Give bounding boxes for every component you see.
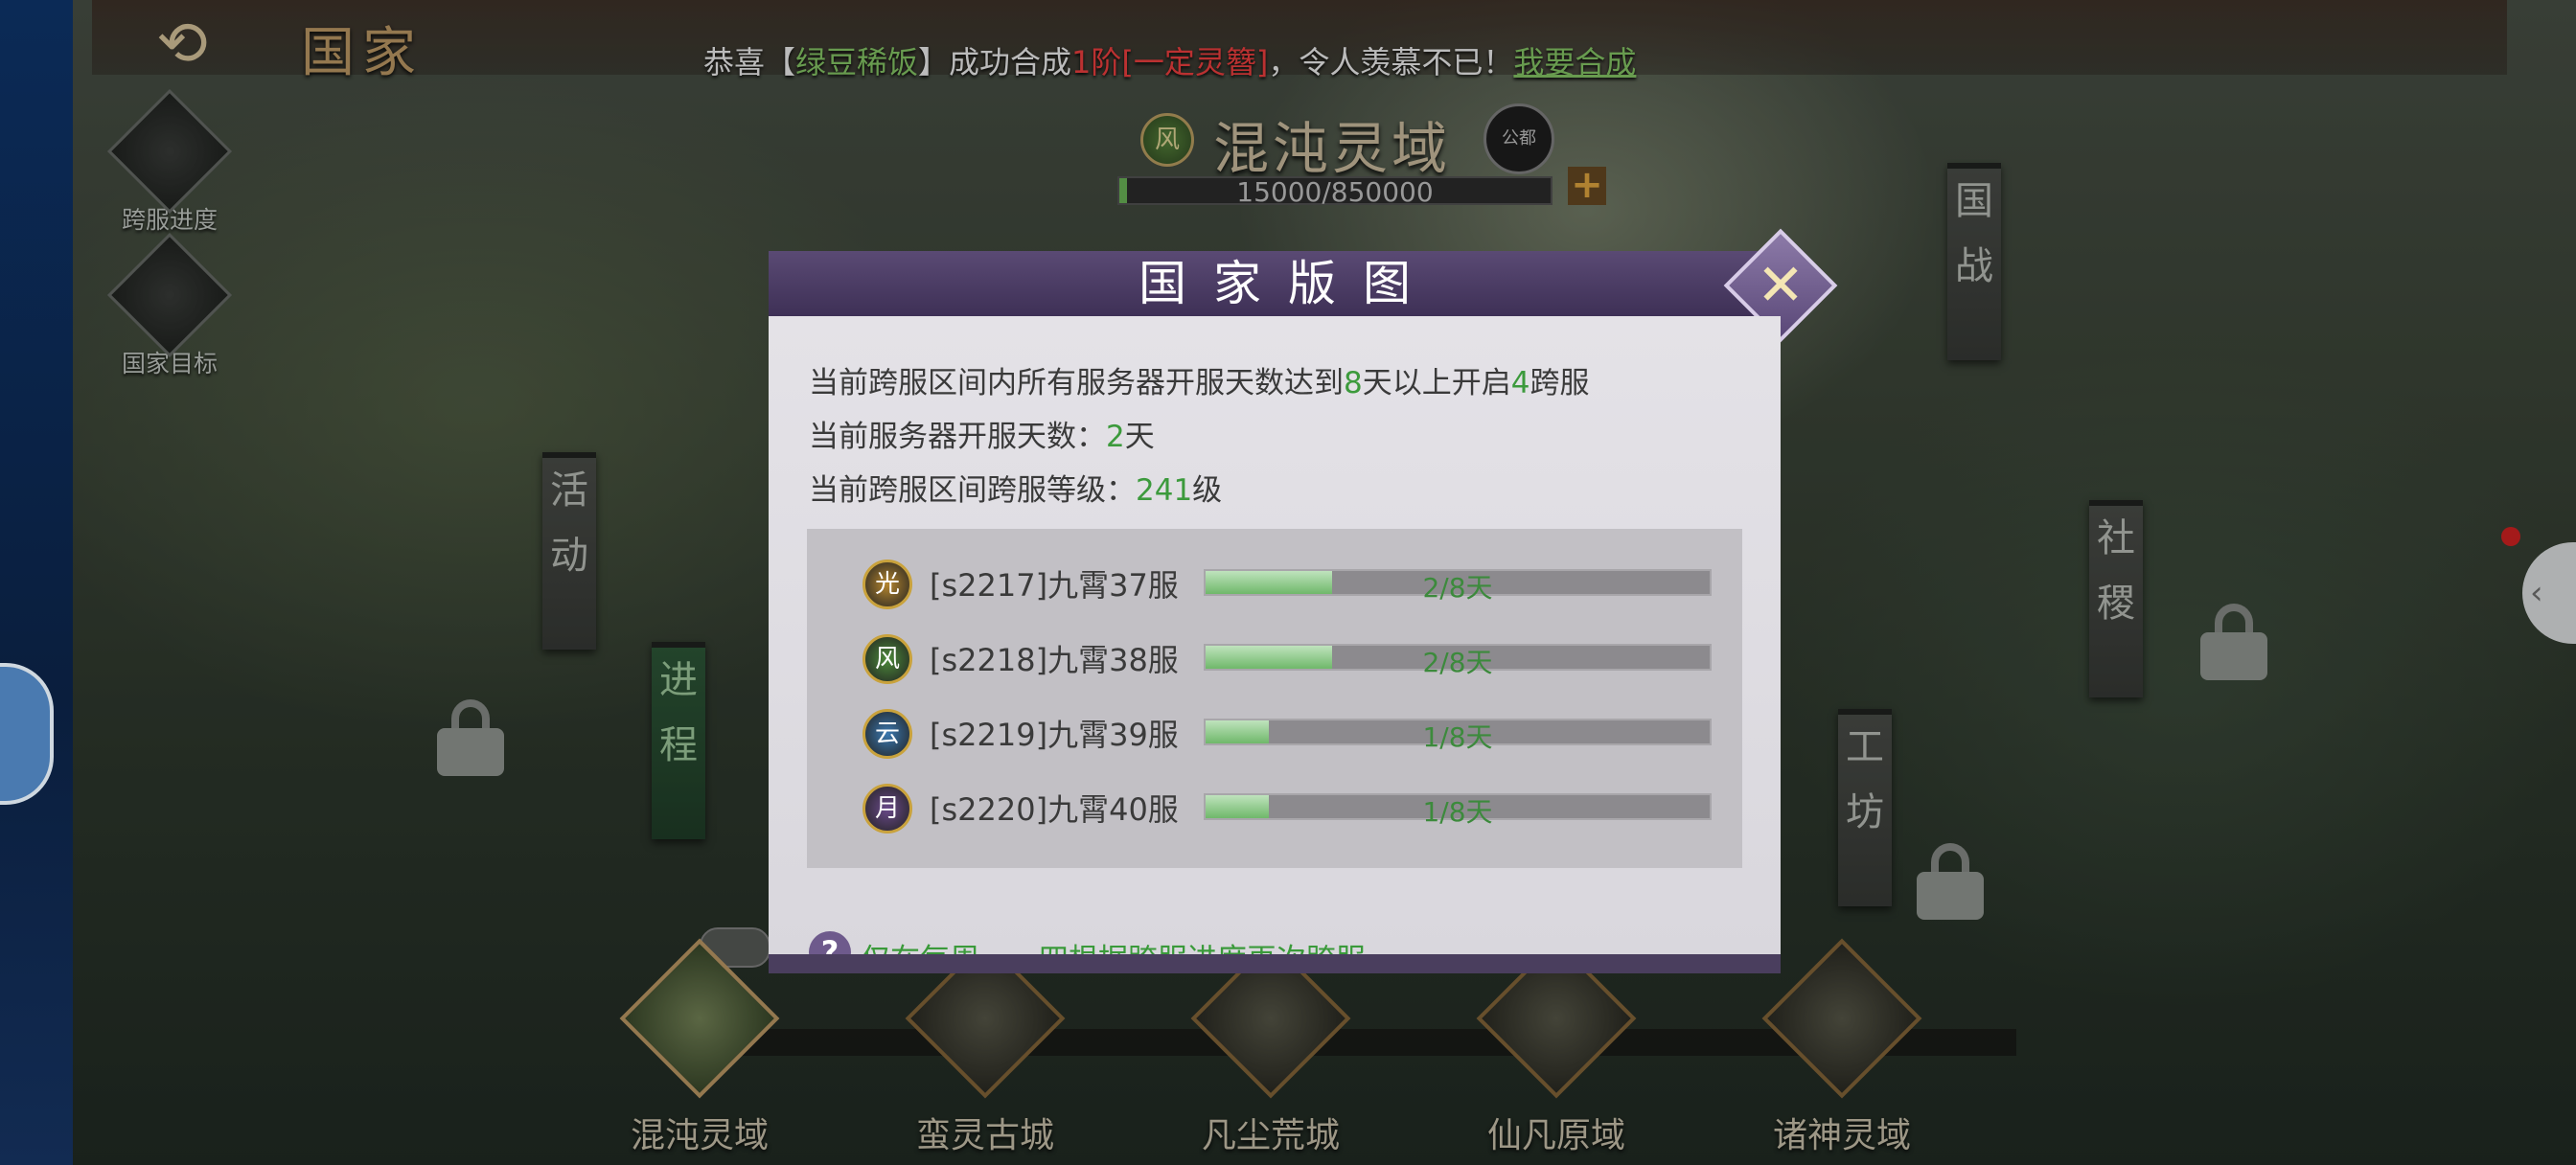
nation-map-dialog: 国家版图 ✕ 当前跨服区间内所有服务器开服天数达到8天以上开启4跨服 当前服务器… bbox=[769, 228, 1838, 977]
server-name: [s2218]九霄38服 bbox=[930, 642, 1179, 678]
dialog-title: 国家版图 bbox=[1138, 256, 1438, 311]
server-row: 光 [s2217]九霄37服 2/8天 bbox=[807, 554, 1742, 611]
dialog-footer bbox=[769, 954, 1781, 973]
wind-faction-icon: 风 bbox=[862, 634, 912, 684]
cloud-faction-icon: 云 bbox=[862, 709, 912, 759]
server-name: [s2220]九霄40服 bbox=[930, 791, 1179, 828]
server-row: 风 [s2218]九霄38服 2/8天 bbox=[807, 628, 1742, 686]
server-progress-bar: 1/8天 bbox=[1204, 719, 1712, 753]
server-progress-text: 1/8天 bbox=[1422, 796, 1493, 828]
dialog-header: 国家版图 bbox=[769, 251, 1781, 318]
cross-server-level: 当前跨服区间跨服等级：241级 bbox=[809, 473, 1223, 508]
server-progress-text: 1/8天 bbox=[1422, 721, 1493, 753]
left-edge-strip bbox=[0, 0, 73, 1165]
server-progress-text: 2/8天 bbox=[1422, 572, 1493, 604]
server-progress-bar: 2/8天 bbox=[1204, 569, 1712, 604]
server-row: 月 [s2220]九霄40服 1/8天 bbox=[807, 778, 1742, 835]
server-progress-text: 2/8天 bbox=[1422, 647, 1493, 678]
cross-server-requirement: 当前跨服区间内所有服务器开服天数达到8天以上开启4跨服 bbox=[809, 366, 1590, 400]
dialog-body: 当前跨服区间内所有服务器开服天数达到8天以上开启4跨服 当前服务器开服天数：2天… bbox=[769, 316, 1781, 977]
server-row: 云 [s2219]九霄39服 1/8天 bbox=[807, 703, 1742, 761]
server-name: [s2219]九霄39服 bbox=[930, 717, 1179, 753]
server-progress-bar: 1/8天 bbox=[1204, 793, 1712, 828]
server-progress-bar: 2/8天 bbox=[1204, 644, 1712, 678]
server-list: 光 [s2217]九霄37服 2/8天 风 [s2218]九霄38服 2/8天 … bbox=[807, 529, 1742, 868]
server-name: [s2217]九霄37服 bbox=[930, 567, 1179, 604]
server-open-days: 当前服务器开服天数：2天 bbox=[809, 420, 1155, 454]
close-x-icon[interactable]: ✕ bbox=[1740, 245, 1821, 326]
light-faction-icon: 光 bbox=[862, 560, 912, 609]
moon-faction-icon: 月 bbox=[862, 784, 912, 834]
